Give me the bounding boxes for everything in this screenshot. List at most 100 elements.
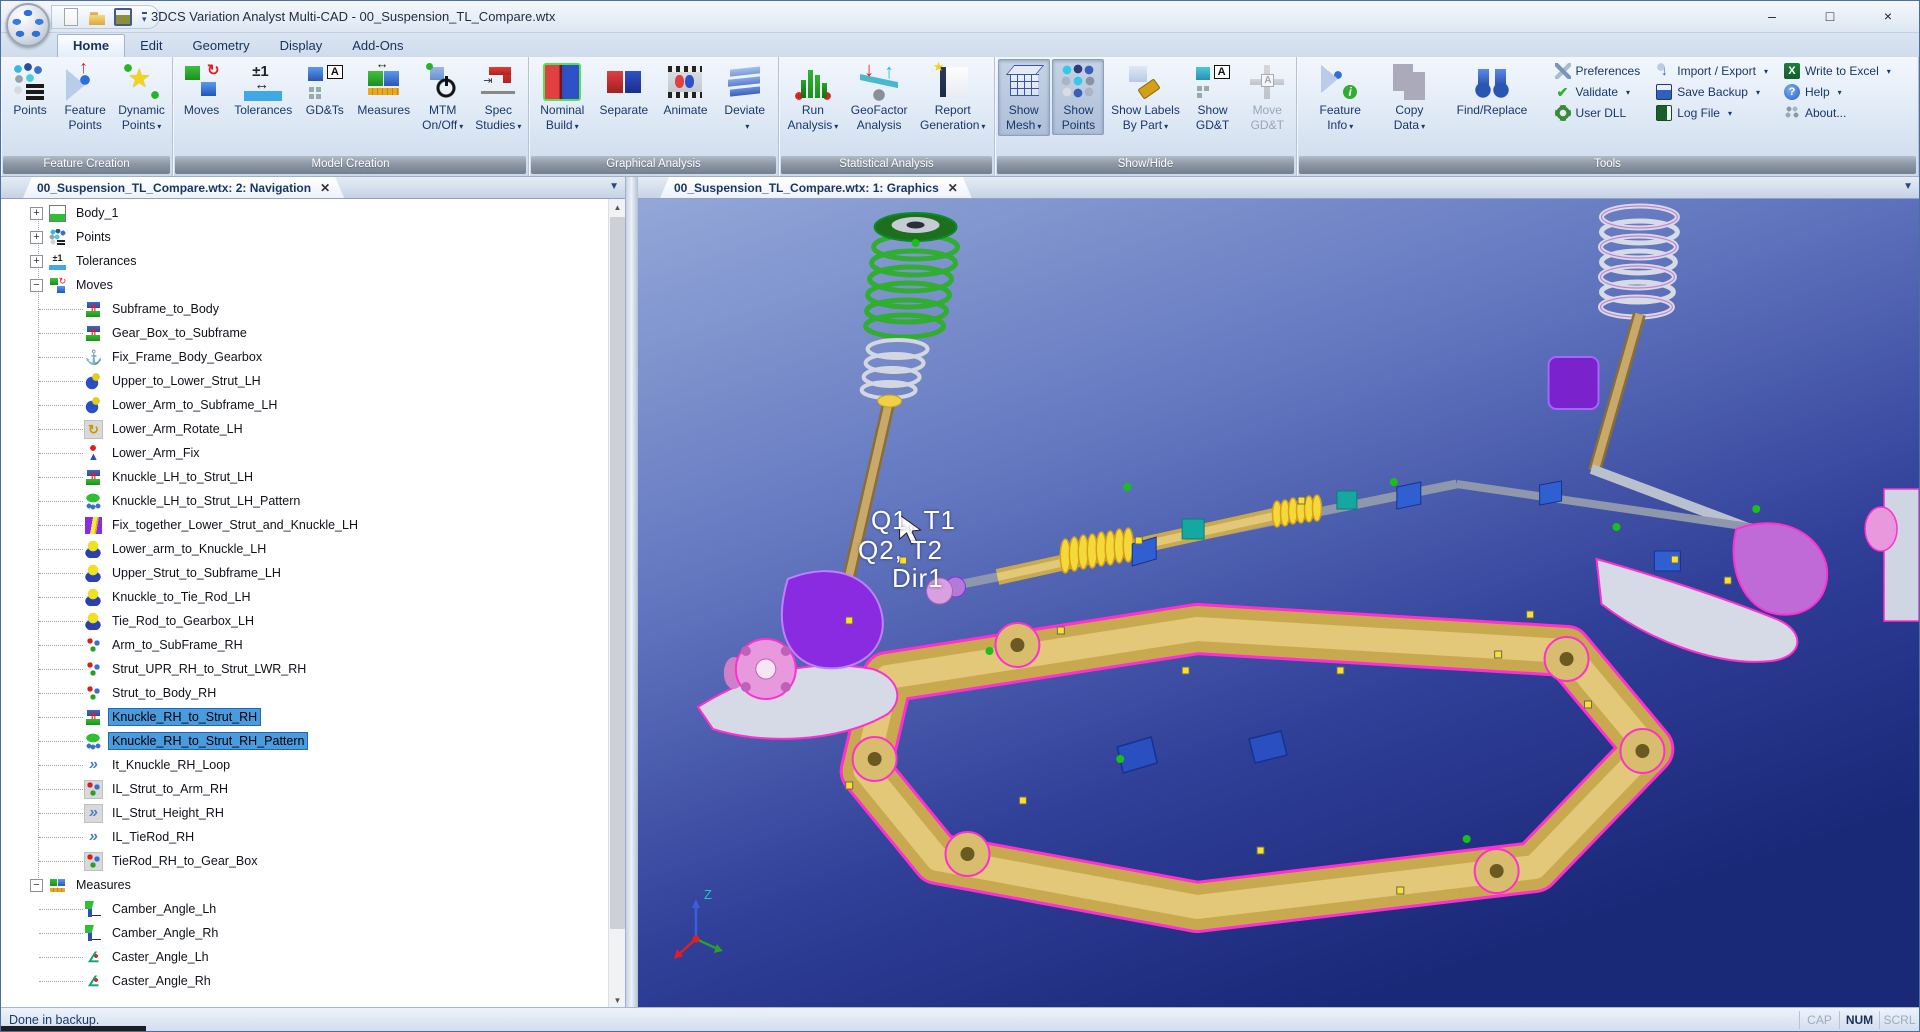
button-validate[interactable]: Validate▾ [1555,84,1641,100]
minimize-button[interactable]: – [1743,1,1801,31]
tree-item-body-1[interactable]: +Body_1 [1,201,608,225]
tree-item-caster-angle-lh[interactable]: Caster_Angle_Lh [1,945,608,969]
button-show-points[interactable]: ShowPoints [1052,59,1104,135]
tree-item-knuckle-rh-to-strut-rh-pattern[interactable]: Knuckle_RH_to_Strut_RH_Pattern [1,729,608,753]
vertical-scrollbar[interactable]: ▲ ▼ [608,199,625,1009]
button-gd-ts[interactable]: GD&Ts [299,59,351,135]
button-show-gd-t[interactable]: ShowGD&T [1187,59,1239,135]
save-file-icon[interactable] [114,8,132,26]
collapse-icon[interactable]: − [30,279,43,292]
button-copy-data[interactable]: CopyData▾ [1383,59,1435,136]
tree-item-lower-arm-fix[interactable]: Lower_Arm_Fix [1,441,608,465]
button-save-backup[interactable]: Save Backup▾ [1656,84,1768,100]
tab-home[interactable]: Home [57,34,125,57]
customize-quick-access-icon[interactable]: ▾ [142,12,147,23]
tab-edit[interactable]: Edit [125,35,177,57]
graphics-viewport[interactable]: Q1, T1 Q2, T2 Dir1 Z [638,199,1919,1009]
tree-item-strut-to-body-rh[interactable]: Strut_to_Body_RH [1,681,608,705]
button-deviate[interactable]: Deviate ▾ [719,59,771,136]
tree-item-knuckle-lh-to-strut-lh[interactable]: Knuckle_LH_to_Strut_LH [1,465,608,489]
button-user-dll[interactable]: User DLL [1555,105,1641,121]
button-geofactor-analysis[interactable]: GeoFactorAnalysis [847,59,912,135]
tree-item-subframe-to-body[interactable]: Subframe_to_Body [1,297,608,321]
button-label [262,118,265,133]
expand-icon[interactable]: + [30,207,43,220]
expand-icon[interactable]: + [30,255,43,268]
button-preferences[interactable]: Preferences [1555,63,1641,79]
scroll-up-icon[interactable]: ▲ [609,199,625,216]
tree-item-strut-upr-rh-to-strut-lwr-rh[interactable]: Strut_UPR_RH_to_Strut_LWR_RH [1,657,608,681]
tree-item-camber-angle-rh[interactable]: Camber_Angle_Rh [1,921,608,945]
tree-item-fix-frame-body-gearbox[interactable]: Fix_Frame_Body_Gearbox [1,345,608,369]
button-spec-studies[interactable]: SpecStudies▾ [471,59,525,136]
tree-item-il-strut-to-arm-rh[interactable]: IL_Strut_to_Arm_RH [1,777,608,801]
tree-item-lower-arm-to-knuckle-lh[interactable]: Lower_arm_to_Knuckle_LH [1,537,608,561]
tree-item-tierod-rh-to-gear-box[interactable]: TieRod_RH_to_Gear_Box [1,849,608,873]
ribbon-group-feature-creation: Points FeaturePointsDynamicPoints▾Featur… [1,57,173,176]
button-nominal-build[interactable]: NominalBuild▾ [536,59,588,136]
button-measures[interactable]: Measures [353,59,414,135]
pane-splitter[interactable] [626,177,638,1009]
button-run-analysis[interactable]: RunAnalysis▾ [784,59,843,136]
maximize-button[interactable]: □ [1801,1,1859,31]
button-moves[interactable]: Moves [176,59,228,135]
tree-item-caster-angle-rh[interactable]: Caster_Angle_Rh [1,969,608,993]
status-message: Done in backup. [1,1013,1799,1027]
collapse-icon[interactable]: − [30,879,43,892]
tree-item-moves[interactable]: −Moves [1,273,608,297]
button-help[interactable]: Help▾ [1784,84,1891,100]
tree-item-knuckle-rh-to-strut-rh[interactable]: Knuckle_RH_to_Strut_RH [1,705,608,729]
button-log-file[interactable]: Log File▾ [1656,105,1768,121]
button-import-export[interactable]: Import / Export▾ [1656,63,1768,79]
button-label [622,118,625,133]
tree-item-gear-box-to-subframe[interactable]: Gear_Box_to_Subframe [1,321,608,345]
button-points[interactable]: Points [4,59,56,135]
show-points-icon [1059,63,1097,101]
tree-item-measures[interactable]: −Measures [1,873,608,897]
tree-item-knuckle-to-tie-rod-lh[interactable]: Knuckle_to_Tie_Rod_LH [1,585,608,609]
button-tolerances[interactable]: Tolerances [230,59,296,135]
tree-item-fix-together-lower-strut-and-knuckle-lh[interactable]: Fix_together_Lower_Strut_and_Knuckle_LH [1,513,608,537]
scrollbar-thumb[interactable] [610,217,625,929]
tree-item-tie-rod-to-gearbox-lh[interactable]: Tie_Rod_to_Gearbox_LH [1,609,608,633]
new-document-icon[interactable] [62,8,80,26]
tree-item-arm-to-subframe-rh[interactable]: Arm_to_SubFrame_RH [1,633,608,657]
navigation-pane-menu-button[interactable]: ▼ [609,181,619,192]
tree-item-it-knuckle-rh-loop[interactable]: It_Knuckle_RH_Loop [1,753,608,777]
button-animate[interactable]: Animate [659,59,711,135]
button-find-replace[interactable]: Find/Replace [1453,59,1532,135]
tree-item-points[interactable]: +Points [1,225,608,249]
button-feature-points[interactable]: FeaturePoints [59,59,111,135]
button-mtm-on-off[interactable]: MTMOn/Off▾ [417,59,469,136]
tree-item-lower-arm-rotate-lh[interactable]: Lower_Arm_Rotate_LH [1,417,608,441]
tab-graphics[interactable]: 00_Suspension_TL_Compare.wtx: 1: Graphic… [660,177,972,198]
application-menu-orb[interactable] [6,3,50,47]
button-feature-info[interactable]: FeatureInfo▾ [1314,59,1366,136]
tree-item-upper-to-lower-strut-lh[interactable]: Upper_to_Lower_Strut_LH [1,369,608,393]
tree-item-tolerances[interactable]: +Tolerances [1,249,608,273]
graphics-pane-menu-button[interactable]: ▼ [1903,181,1913,192]
tab-navigation[interactable]: 00_Suspension_TL_Compare.wtx: 2: Navigat… [23,177,344,198]
tree-item-il-strut-height-rh[interactable]: IL_Strut_Height_RH [1,801,608,825]
button-separate[interactable]: Separate [596,59,653,135]
tab-display[interactable]: Display [265,35,338,57]
button-report-generation[interactable]: ReportGeneration▾ [916,59,989,136]
button-show-mesh[interactable]: ShowMesh▾ [998,59,1050,136]
close-icon[interactable]: ✕ [320,181,330,195]
button-about[interactable]: About... [1784,105,1891,121]
close-icon[interactable]: ✕ [948,181,958,195]
tab-geometry[interactable]: Geometry [178,35,265,57]
button-write-to-excel[interactable]: Write to Excel▾ [1784,63,1891,79]
expand-icon[interactable]: + [30,231,43,244]
tree-item-camber-angle-lh[interactable]: Camber_Angle_Lh [1,897,608,921]
tree-item-il-tierod-rh[interactable]: IL_TieRod_RH [1,825,608,849]
tab-add-ons[interactable]: Add-Ons [337,35,418,57]
tree-item-lower-arm-to-subframe-lh[interactable]: Lower_Arm_to_Subframe_LH [1,393,608,417]
gdts-icon [306,63,344,101]
tree-item-knuckle-lh-to-strut-lh-pattern[interactable]: Knuckle_LH_to_Strut_LH_Pattern [1,489,608,513]
button-show-labels-by-part[interactable]: Show LabelsBy Part▾ [1107,59,1184,136]
tree-item-upper-strut-to-subframe-lh[interactable]: Upper_Strut_to_Subframe_LH [1,561,608,585]
open-file-icon[interactable] [88,8,106,26]
close-button[interactable]: × [1859,1,1917,31]
button-dynamic-points[interactable]: DynamicPoints▾ [114,59,169,136]
